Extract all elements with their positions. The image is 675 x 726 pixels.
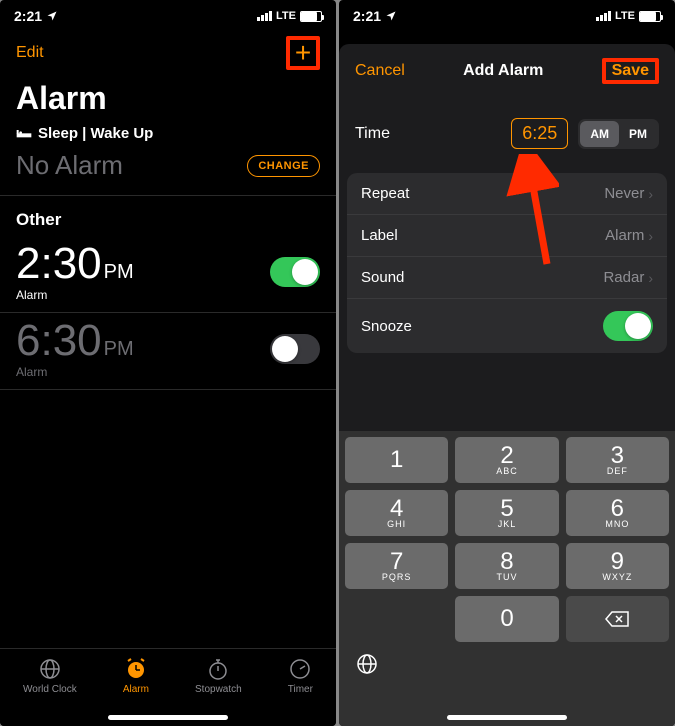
label-row[interactable]: Label Alarm› xyxy=(347,215,667,257)
alarm-row[interactable]: 2:30PM Alarm xyxy=(0,236,336,313)
key-6[interactable]: 6MNO xyxy=(566,490,669,536)
location-icon xyxy=(46,10,58,22)
numeric-keypad: 1 2ABC 3DEF 4GHI 5JKL 6MNO 7PQRS 8TUV 9W… xyxy=(339,431,675,726)
timer-icon xyxy=(288,657,312,681)
other-section-label: Other xyxy=(0,196,336,236)
snooze-toggle[interactable] xyxy=(603,311,653,341)
alarm-row[interactable]: 6:30PM Alarm xyxy=(0,313,336,390)
status-bar: 2:21 LTE xyxy=(339,0,675,26)
save-button[interactable]: Save xyxy=(606,58,655,83)
key-4[interactable]: 4GHI xyxy=(345,490,448,536)
battery-icon xyxy=(300,11,322,22)
screen-add-alarm: 2:21 LTE Cancel Add Alarm Save Time 6:25… xyxy=(339,0,675,726)
globe-icon xyxy=(38,657,62,681)
alarm-toggle[interactable] xyxy=(270,257,320,287)
signal-icon xyxy=(257,11,272,21)
snooze-row: Snooze xyxy=(347,299,667,353)
status-time: 2:21 xyxy=(14,8,42,24)
key-9[interactable]: 9WXYZ xyxy=(566,543,669,589)
key-0[interactable]: 0 xyxy=(455,596,558,642)
screen-alarm-list: 2:21 LTE Edit + Alarm Sleep | Wake Up No… xyxy=(0,0,336,726)
globe-icon[interactable] xyxy=(355,652,379,676)
tab-world-clock[interactable]: World Clock xyxy=(23,657,77,695)
network-label: LTE xyxy=(276,10,296,22)
status-bar: 2:21 LTE xyxy=(0,0,336,26)
key-blank xyxy=(345,596,448,642)
cancel-button[interactable]: Cancel xyxy=(355,62,405,80)
key-3[interactable]: 3DEF xyxy=(566,437,669,483)
sheet-title: Add Alarm xyxy=(463,62,543,80)
key-2[interactable]: 2ABC xyxy=(455,437,558,483)
stopwatch-icon xyxy=(206,657,230,681)
add-alarm-button[interactable]: + xyxy=(286,36,320,70)
key-backspace[interactable] xyxy=(566,596,669,642)
chevron-right-icon: › xyxy=(648,270,653,286)
sleep-section-header: Sleep | Wake Up xyxy=(0,125,336,144)
home-indicator[interactable] xyxy=(447,715,567,720)
time-input[interactable]: 6:25 xyxy=(511,118,568,149)
no-alarm-label: No Alarm xyxy=(16,150,123,181)
chevron-right-icon: › xyxy=(648,186,653,202)
alarm-toggle[interactable] xyxy=(270,334,320,364)
sound-row[interactable]: Sound Radar› xyxy=(347,257,667,299)
alarm-icon xyxy=(124,657,148,681)
ampm-segmented[interactable]: AM PM xyxy=(578,119,659,149)
home-indicator[interactable] xyxy=(108,715,228,720)
tab-stopwatch[interactable]: Stopwatch xyxy=(195,657,242,695)
change-button[interactable]: CHANGE xyxy=(247,155,320,177)
network-label: LTE xyxy=(615,10,635,22)
key-1[interactable]: 1 xyxy=(345,437,448,483)
am-segment[interactable]: AM xyxy=(580,121,619,147)
key-7[interactable]: 7PQRS xyxy=(345,543,448,589)
key-5[interactable]: 5JKL xyxy=(455,490,558,536)
tab-timer[interactable]: Timer xyxy=(288,657,313,695)
time-label: Time xyxy=(355,125,390,143)
status-time: 2:21 xyxy=(353,8,381,24)
signal-icon xyxy=(596,11,611,21)
location-icon xyxy=(385,10,397,22)
key-8[interactable]: 8TUV xyxy=(455,543,558,589)
backspace-icon xyxy=(604,610,630,628)
chevron-right-icon: › xyxy=(648,228,653,244)
page-title: Alarm xyxy=(0,76,336,125)
repeat-row[interactable]: Repeat Never› xyxy=(347,173,667,215)
pm-segment[interactable]: PM xyxy=(619,121,657,147)
tab-bar: World Clock Alarm Stopwatch Timer xyxy=(0,648,336,726)
bed-icon xyxy=(16,128,32,140)
edit-button[interactable]: Edit xyxy=(16,44,44,62)
tab-alarm[interactable]: Alarm xyxy=(123,657,149,695)
battery-icon xyxy=(639,11,661,22)
